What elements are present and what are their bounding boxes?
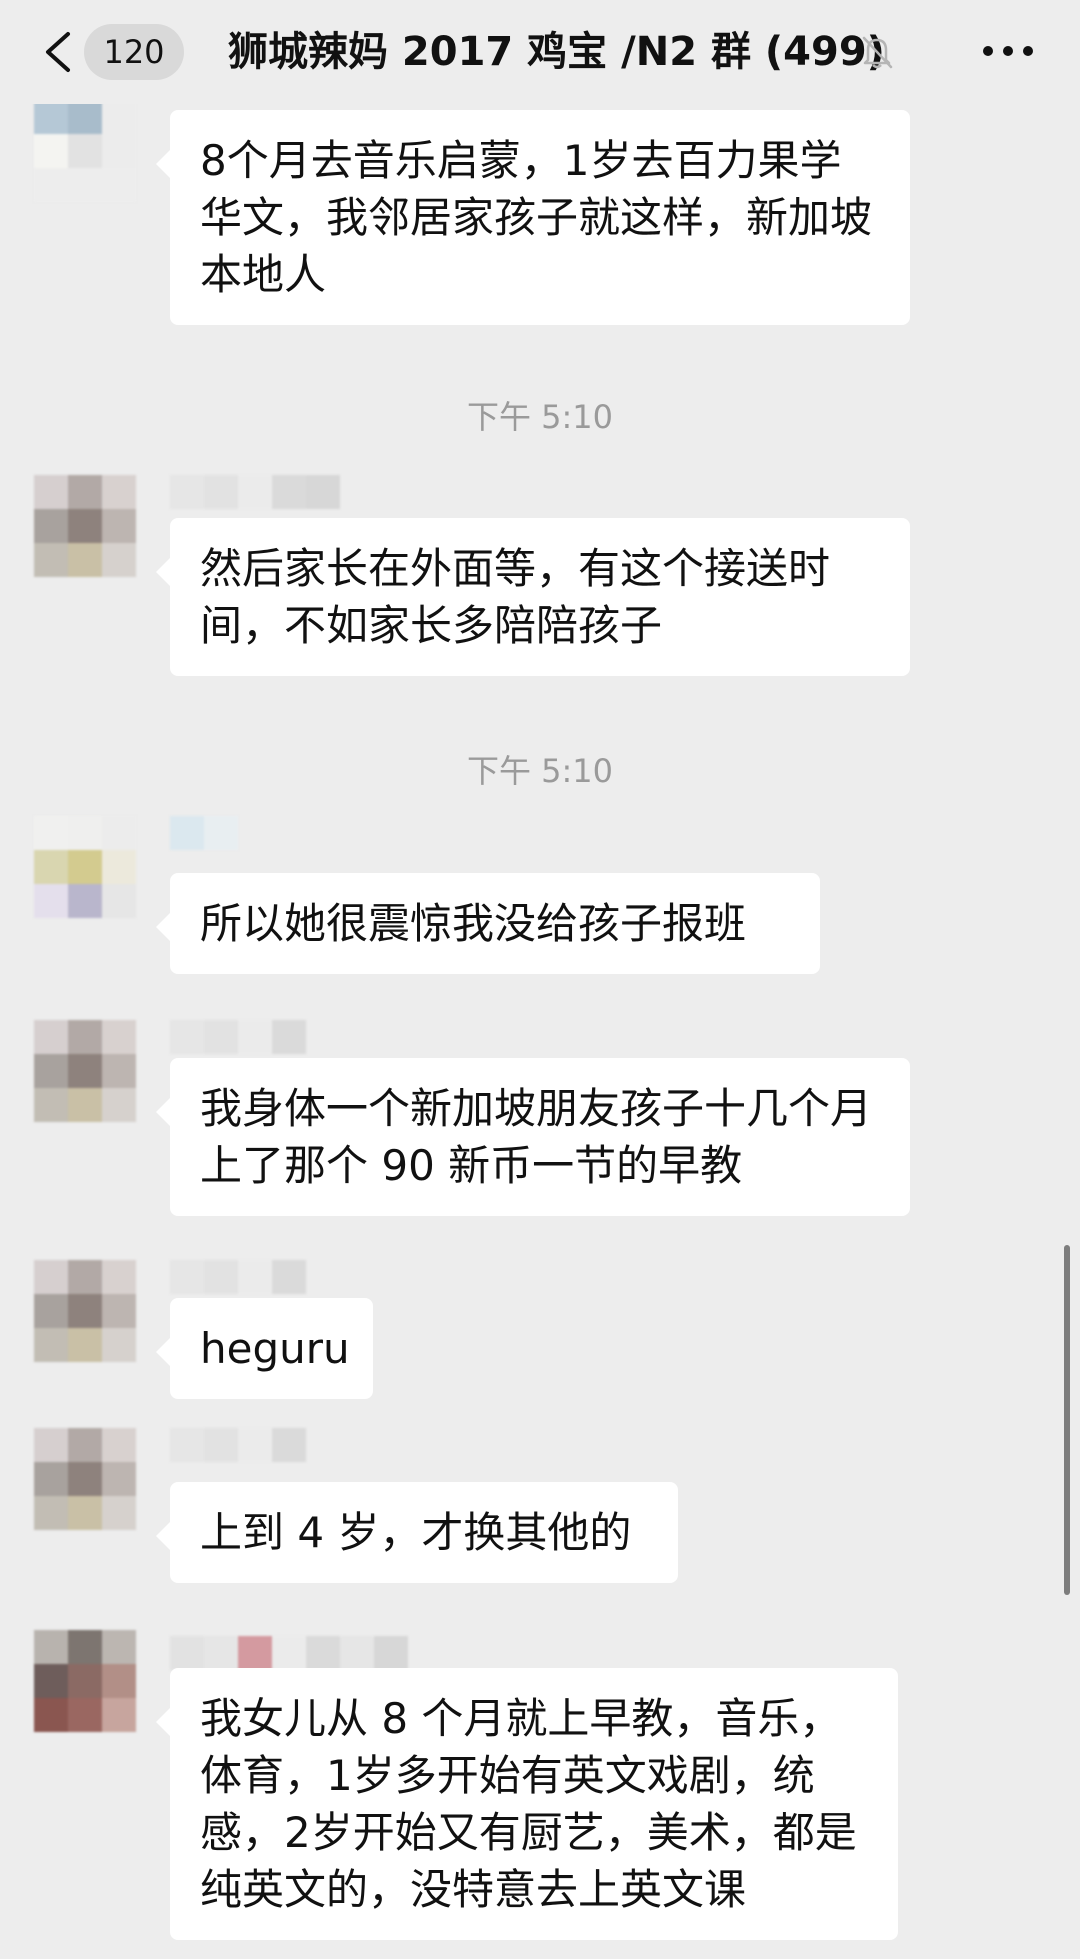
message-bubble[interactable]: heguru <box>156 1298 373 1399</box>
avatar[interactable] <box>34 816 136 918</box>
chevron-left-icon[interactable] <box>40 30 76 74</box>
timestamp: 下午 5:10 <box>466 398 614 436</box>
message-text: 然后家长在外面等，有这个接送时间，不如家长多陪陪孩子 <box>200 544 831 650</box>
scrollbar[interactable] <box>1064 1245 1070 1595</box>
timestamp: 下午 5:10 <box>466 752 614 790</box>
message-bubble[interactable]: 所以她很震惊我没给孩子报班 <box>156 873 820 974</box>
avatar[interactable] <box>34 1260 136 1362</box>
message-bubble[interactable]: 我身体一个新加坡朋友孩子十几个月上了那个 90 新币一节的早教 <box>156 1058 910 1216</box>
chat-title[interactable]: 狮城辣妈 2017 鸡宝 /N2 群 (499) <box>228 22 885 82</box>
sender-name-blurred <box>170 1428 306 1462</box>
message-text: 我女儿从 8 个月就上早教，音乐，体育，1岁多开始有英文戏剧，统感，2岁开始又有… <box>200 1694 857 1914</box>
message-text: 8个月去音乐启蒙，1岁去百力果学华文，我邻居家孩子就这样，新加坡本地人 <box>200 136 873 299</box>
message-bubble[interactable]: 我女儿从 8 个月就上早教，音乐，体育，1岁多开始有英文戏剧，统感，2岁开始又有… <box>156 1668 898 1940</box>
message-text: 所以她很震惊我没给孩子报班 <box>200 899 747 948</box>
message-text: heguru <box>200 1324 350 1373</box>
avatar[interactable] <box>34 1428 136 1530</box>
sender-name-blurred <box>170 1020 306 1054</box>
chat-header: 120 狮城辣妈 2017 鸡宝 /N2 群 (499) <box>0 0 1080 104</box>
sender-name-blurred <box>170 1636 408 1670</box>
avatar[interactable] <box>34 475 136 577</box>
sender-name-blurred <box>170 1260 306 1294</box>
message-bubble[interactable]: 然后家长在外面等，有这个接送时间，不如家长多陪陪孩子 <box>156 518 910 676</box>
avatar[interactable] <box>34 100 136 202</box>
message-text: 我身体一个新加坡朋友孩子十几个月上了那个 90 新币一节的早教 <box>200 1084 873 1190</box>
sender-name-blurred <box>170 475 340 509</box>
avatar[interactable] <box>34 1020 136 1122</box>
muted-bell-icon <box>862 36 893 69</box>
sender-name-blurred <box>170 816 238 850</box>
message-text: 上到 4 岁，才换其他的 <box>200 1508 632 1557</box>
ellipsis-icon[interactable] <box>980 40 1036 62</box>
message-bubble[interactable]: 8个月去音乐启蒙，1岁去百力果学华文，我邻居家孩子就这样，新加坡本地人 <box>156 110 910 325</box>
message-bubble[interactable]: 上到 4 岁，才换其他的 <box>156 1482 678 1583</box>
unread-count-badge[interactable]: 120 <box>84 24 184 80</box>
avatar[interactable] <box>34 1630 136 1732</box>
